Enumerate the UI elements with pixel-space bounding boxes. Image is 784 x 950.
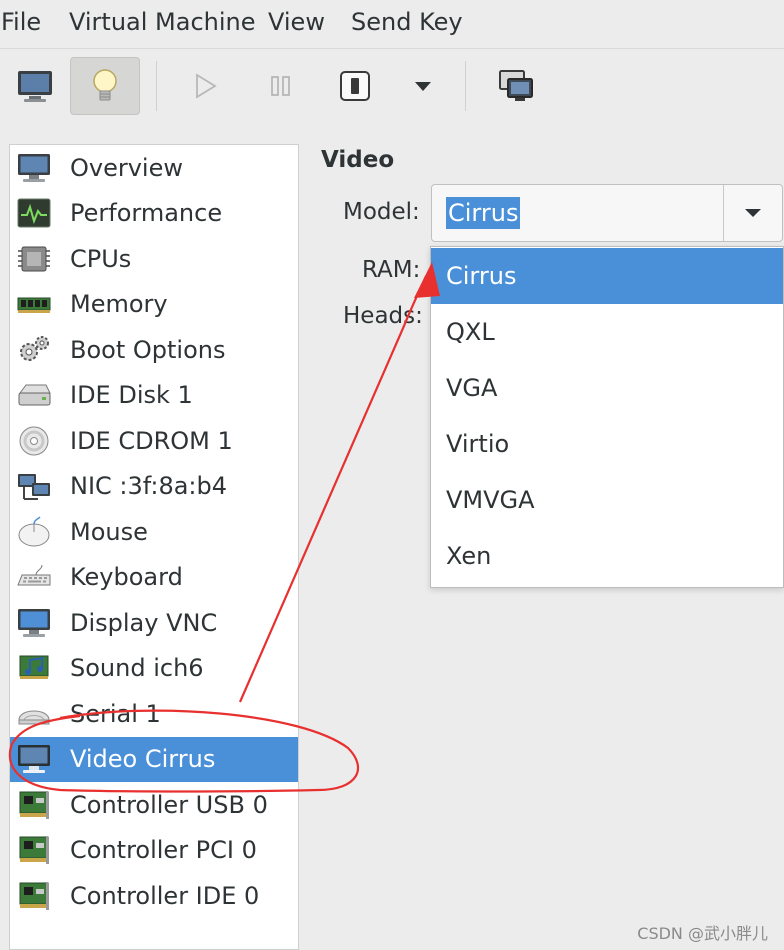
sidebar-item-label: IDE Disk 1 [70, 381, 193, 409]
section-title-video: Video [321, 147, 395, 173]
model-label: Model: [343, 199, 420, 225]
toolbar [0, 49, 784, 127]
sidebar-item-controller-pci-0[interactable]: Controller PCI 0 [10, 828, 298, 873]
memory-stick-icon [17, 297, 51, 313]
details-lightbulb-icon [93, 69, 117, 101]
shutdown-menu-button[interactable] [388, 57, 458, 115]
sidebar-item-memory[interactable]: Memory [10, 282, 298, 327]
sidebar-item-keyboard[interactable]: Keyboard [10, 555, 298, 600]
sidebar-item-label: Display VNC [70, 609, 218, 637]
performance-chart-icon [17, 198, 51, 228]
model-option-cirrus[interactable]: Cirrus [431, 248, 783, 304]
cdrom-icon [19, 426, 49, 456]
model-option-qxl[interactable]: QXL [431, 304, 783, 360]
serial-port-icon [18, 710, 50, 725]
toolbar-separator [465, 61, 466, 111]
heads-label: Heads: [343, 303, 423, 329]
sidebar-item-label: Boot Options [70, 336, 226, 364]
sidebar-item-boot-options[interactable]: Boot Options [10, 328, 298, 373]
menu-bar: File Virtual Machine View Send Key [0, 0, 784, 49]
shutdown-button[interactable] [320, 57, 390, 115]
sidebar-item-cpus[interactable]: CPUs [10, 237, 298, 282]
model-combobox[interactable]: Cirrus [431, 184, 783, 242]
sidebar-item-label: CPUs [70, 245, 132, 273]
sidebar-item-label: Video Cirrus [70, 745, 216, 773]
sidebar-item-label: Mouse [70, 518, 148, 546]
sound-card-icon [19, 655, 49, 679]
sidebar-item-performance[interactable]: Performance [10, 191, 298, 236]
fullscreen-icon [499, 70, 533, 101]
sidebar-item-label: IDE CDROM 1 [70, 427, 233, 455]
sidebar-item-label: Controller IDE 0 [70, 882, 260, 910]
model-option-virtio[interactable]: Virtio [431, 416, 783, 472]
sidebar-item-video-cirrus[interactable]: Video Cirrus [10, 737, 298, 782]
model-option-vga[interactable]: VGA [431, 360, 783, 416]
model-option-vmvga[interactable]: VMVGA [431, 472, 783, 528]
details-button[interactable] [70, 57, 140, 115]
model-option-xen[interactable]: Xen [431, 528, 783, 584]
shutdown-icon [340, 71, 370, 101]
sidebar-item-label: Serial 1 [70, 700, 161, 728]
sidebar-item-controller-ide-0[interactable]: Controller IDE 0 [10, 874, 298, 919]
hard-disk-icon [18, 384, 51, 406]
monitor-icon [18, 154, 50, 182]
sidebar-item-label: Controller PCI 0 [70, 836, 257, 864]
watermark: CSDN @武小胖儿 [637, 924, 768, 943]
network-icon [18, 474, 50, 500]
model-combobox-value[interactable]: Cirrus [446, 197, 521, 229]
ram-label: RAM: [362, 257, 421, 283]
sidebar-item-label: Performance [70, 199, 223, 227]
controller-card-icon [19, 882, 49, 910]
model-dropdown-list: Cirrus QXL VGA Virtio VMVGA Xen [430, 246, 784, 588]
sidebar-item-serial-1[interactable]: Serial 1 [10, 692, 298, 737]
run-icon [196, 73, 217, 99]
chevron-down-icon [745, 209, 761, 217]
console-button[interactable] [0, 57, 70, 115]
model-combobox-toggle[interactable] [723, 185, 782, 241]
gears-icon [20, 336, 49, 361]
sidebar-item-ide-cdrom-1[interactable]: IDE CDROM 1 [10, 419, 298, 464]
sidebar-item-label: Controller USB 0 [70, 791, 268, 819]
video-monitor-icon [18, 745, 50, 773]
sidebar-item-label: Keyboard [70, 563, 183, 591]
sidebar-item-controller-usb-0[interactable]: Controller USB 0 [10, 783, 298, 828]
sidebar-item-sound[interactable]: Sound ich6 [10, 646, 298, 691]
sidebar-item-nic[interactable]: NIC :3f:8a:b4 [10, 464, 298, 509]
shutdown-menu-chevron-icon [415, 82, 431, 91]
hardware-list: Overview Performance CPUs Memory Boot Op… [9, 144, 299, 950]
sidebar-item-label: Overview [70, 154, 183, 182]
sidebar-item-ide-disk-1[interactable]: IDE Disk 1 [10, 373, 298, 418]
keyboard-icon [17, 564, 51, 586]
controller-card-icon [19, 791, 49, 819]
sidebar-item-mouse[interactable]: Mouse [10, 510, 298, 555]
pause-icon [271, 76, 290, 96]
menu-view[interactable]: View [268, 8, 325, 36]
menu-file[interactable]: File [1, 8, 41, 36]
menu-virtual-machine[interactable]: Virtual Machine [69, 8, 256, 36]
pause-button[interactable] [246, 57, 316, 115]
fullscreen-button[interactable] [482, 57, 552, 115]
sidebar-item-label: NIC :3f:8a:b4 [70, 472, 228, 500]
sidebar-item-label: Sound ich6 [70, 654, 204, 682]
toolbar-separator [156, 61, 157, 111]
sidebar-item-display-vnc[interactable]: Display VNC [10, 601, 298, 646]
cpu-chip-icon [18, 246, 50, 272]
display-icon [18, 609, 50, 637]
mouse-icon [18, 516, 50, 547]
sidebar-item-overview[interactable]: Overview [10, 146, 298, 191]
run-button[interactable] [170, 57, 240, 115]
console-icon [18, 71, 52, 102]
sidebar-item-label: Memory [70, 290, 168, 318]
menu-send-key[interactable]: Send Key [351, 8, 463, 36]
controller-card-icon [19, 836, 49, 864]
